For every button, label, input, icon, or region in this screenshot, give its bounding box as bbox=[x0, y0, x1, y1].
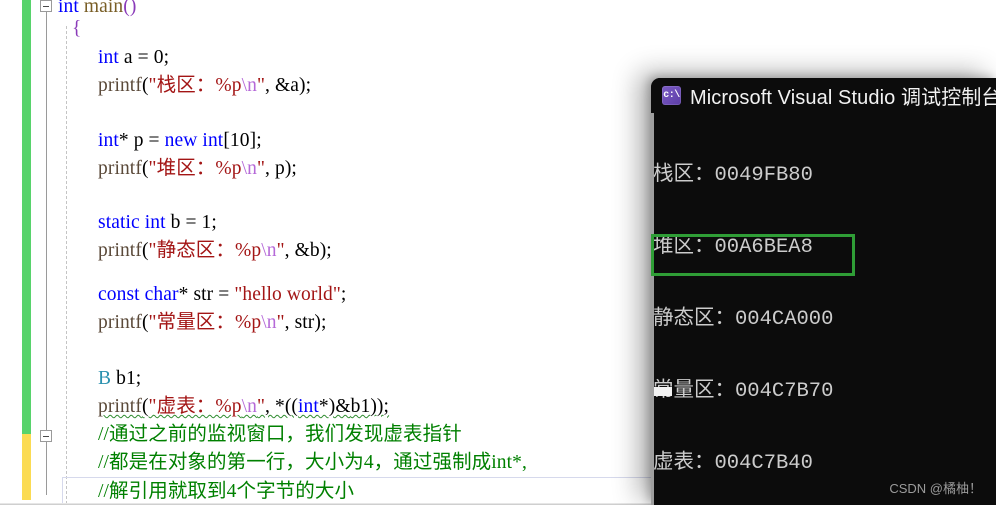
indent-guide bbox=[66, 26, 67, 504]
change-bar-unsaved bbox=[22, 434, 31, 500]
function-printf: printf bbox=[98, 75, 142, 96]
code-line-5[interactable]: printf("栈区：%p\n", &a); bbox=[98, 75, 311, 97]
literal-ten: 10 bbox=[229, 130, 250, 151]
keyword-int: int bbox=[58, 0, 79, 17]
keyword-int: int bbox=[202, 130, 224, 151]
console-window-title: Microsoft Visual Studio 调试控制台 bbox=[690, 87, 996, 109]
console-title-bar[interactable]: c:\ Microsoft Visual Studio 调试控制台 bbox=[651, 78, 996, 113]
escape-newline: \n bbox=[241, 75, 257, 96]
identifier-a: a bbox=[123, 47, 133, 68]
string-hello-world: "hello world" bbox=[234, 284, 341, 305]
cmd-prompt-icon: c:\ bbox=[662, 86, 681, 105]
console-output-line-highlighted: 常量区：004C7B70 bbox=[653, 380, 834, 403]
code-editor-pane[interactable]: int main() { int a = 0; printf("栈区：%p\n"… bbox=[0, 0, 660, 505]
keyword-const: const bbox=[98, 284, 140, 305]
code-line-1[interactable]: int main() bbox=[58, 0, 136, 18]
literal-one: 1 bbox=[201, 212, 212, 233]
code-line-4[interactable]: int a = 0; bbox=[98, 47, 169, 69]
keyword-int: int bbox=[98, 47, 119, 68]
console-output-line: 静态区：004CA000 bbox=[653, 308, 834, 331]
identifier-p: p bbox=[133, 130, 144, 151]
literal-zero: 0 bbox=[153, 47, 164, 68]
string-stack: "栈区：%p bbox=[148, 75, 242, 96]
string-vtable: "虚表：%p bbox=[148, 396, 242, 417]
string-close-quote: " bbox=[276, 312, 285, 333]
code-line-2[interactable]: { bbox=[72, 18, 81, 40]
function-printf: printf bbox=[98, 240, 142, 261]
string-close-quote: " bbox=[276, 240, 285, 261]
keyword-int: int bbox=[298, 396, 319, 417]
paren-pair: () bbox=[123, 0, 137, 17]
code-line-13[interactable]: const char* str = "hello world"; bbox=[98, 284, 346, 306]
collapse-toggle-main[interactable] bbox=[40, 0, 52, 12]
code-line-8[interactable]: printf("堆区：%p\n", p); bbox=[98, 158, 297, 180]
change-bar-saved bbox=[22, 0, 31, 434]
function-printf: printf bbox=[98, 158, 142, 179]
console-cursor bbox=[654, 387, 672, 396]
console-output-line: 堆区：00A6BEA8 bbox=[653, 236, 813, 259]
escape-newline: \n bbox=[261, 240, 277, 261]
debug-console-window[interactable]: c:\ Microsoft Visual Studio 调试控制台 栈区：004… bbox=[651, 78, 996, 505]
code-line-11[interactable]: printf("静态区：%p\n", &b); bbox=[98, 240, 332, 262]
identifier-b1: b1 bbox=[350, 396, 371, 417]
screenshot-root: int main() { int a = 0; printf("栈区：%p\n"… bbox=[0, 0, 996, 505]
code-line-17[interactable]: printf("虚表：%p\n", *((int*)&b1)); bbox=[98, 396, 389, 418]
string-close-quote: " bbox=[256, 396, 266, 417]
identifier-b1: b1 bbox=[116, 368, 136, 389]
code-line-16[interactable]: B b1; bbox=[98, 368, 141, 390]
string-const: "常量区：%p bbox=[148, 312, 262, 333]
string-close-quote: " bbox=[256, 158, 266, 179]
identifier-p: p bbox=[274, 158, 285, 179]
function-printf: printf bbox=[98, 312, 142, 333]
function-printf: printf bbox=[98, 396, 142, 417]
code-line-18-comment[interactable]: //通过之前的监视窗口，我们发现虚表指针 bbox=[98, 424, 462, 446]
escape-newline: \n bbox=[261, 312, 277, 333]
identifier-str: str bbox=[193, 284, 214, 305]
identifier-b: b bbox=[309, 240, 320, 261]
keyword-int: int bbox=[144, 212, 166, 233]
function-main: main bbox=[83, 0, 124, 17]
cmd-prompt-icon-glyph: c:\ bbox=[663, 89, 680, 101]
string-static: "静态区：%p bbox=[148, 240, 262, 261]
console-output-area[interactable]: 栈区：0049FB80 堆区：00A6BEA8 静态区：004CA000 常量区… bbox=[651, 113, 996, 505]
code-line-7[interactable]: int* p = new int[10]; bbox=[98, 130, 262, 152]
escape-newline: \n bbox=[241, 158, 257, 179]
escape-newline: \n bbox=[241, 396, 257, 417]
keyword-static: static bbox=[98, 212, 140, 233]
identifier-b: b bbox=[170, 212, 181, 233]
collapse-toggle-comment-region[interactable] bbox=[40, 430, 52, 442]
open-brace: { bbox=[72, 18, 82, 39]
outlining-vertical-line bbox=[46, 10, 47, 495]
type-B: B bbox=[98, 368, 112, 389]
identifier-str: str bbox=[294, 312, 315, 333]
code-line-10[interactable]: static int b = 1; bbox=[98, 212, 217, 234]
identifier-a: a bbox=[290, 75, 300, 96]
string-heap: "堆区：%p bbox=[148, 158, 242, 179]
keyword-new: new bbox=[164, 130, 198, 151]
code-line-19-comment[interactable]: //都是在对象的第一行，大小为4，通过强制成int*, bbox=[98, 452, 527, 474]
keyword-int: int bbox=[98, 130, 119, 151]
keyword-char: char bbox=[144, 284, 179, 305]
console-output-line-highlighted: 虚表：004C7B40 bbox=[653, 452, 813, 475]
code-line-14[interactable]: printf("常量区：%p\n", str); bbox=[98, 312, 327, 334]
string-close-quote: " bbox=[256, 75, 266, 96]
code-line-20-comment[interactable]: //解引用就取到4个字节的大小 bbox=[98, 481, 354, 503]
console-output-line: 栈区：0049FB80 bbox=[653, 164, 813, 187]
csdn-watermark: CSDN @橘柚！ bbox=[889, 481, 982, 496]
